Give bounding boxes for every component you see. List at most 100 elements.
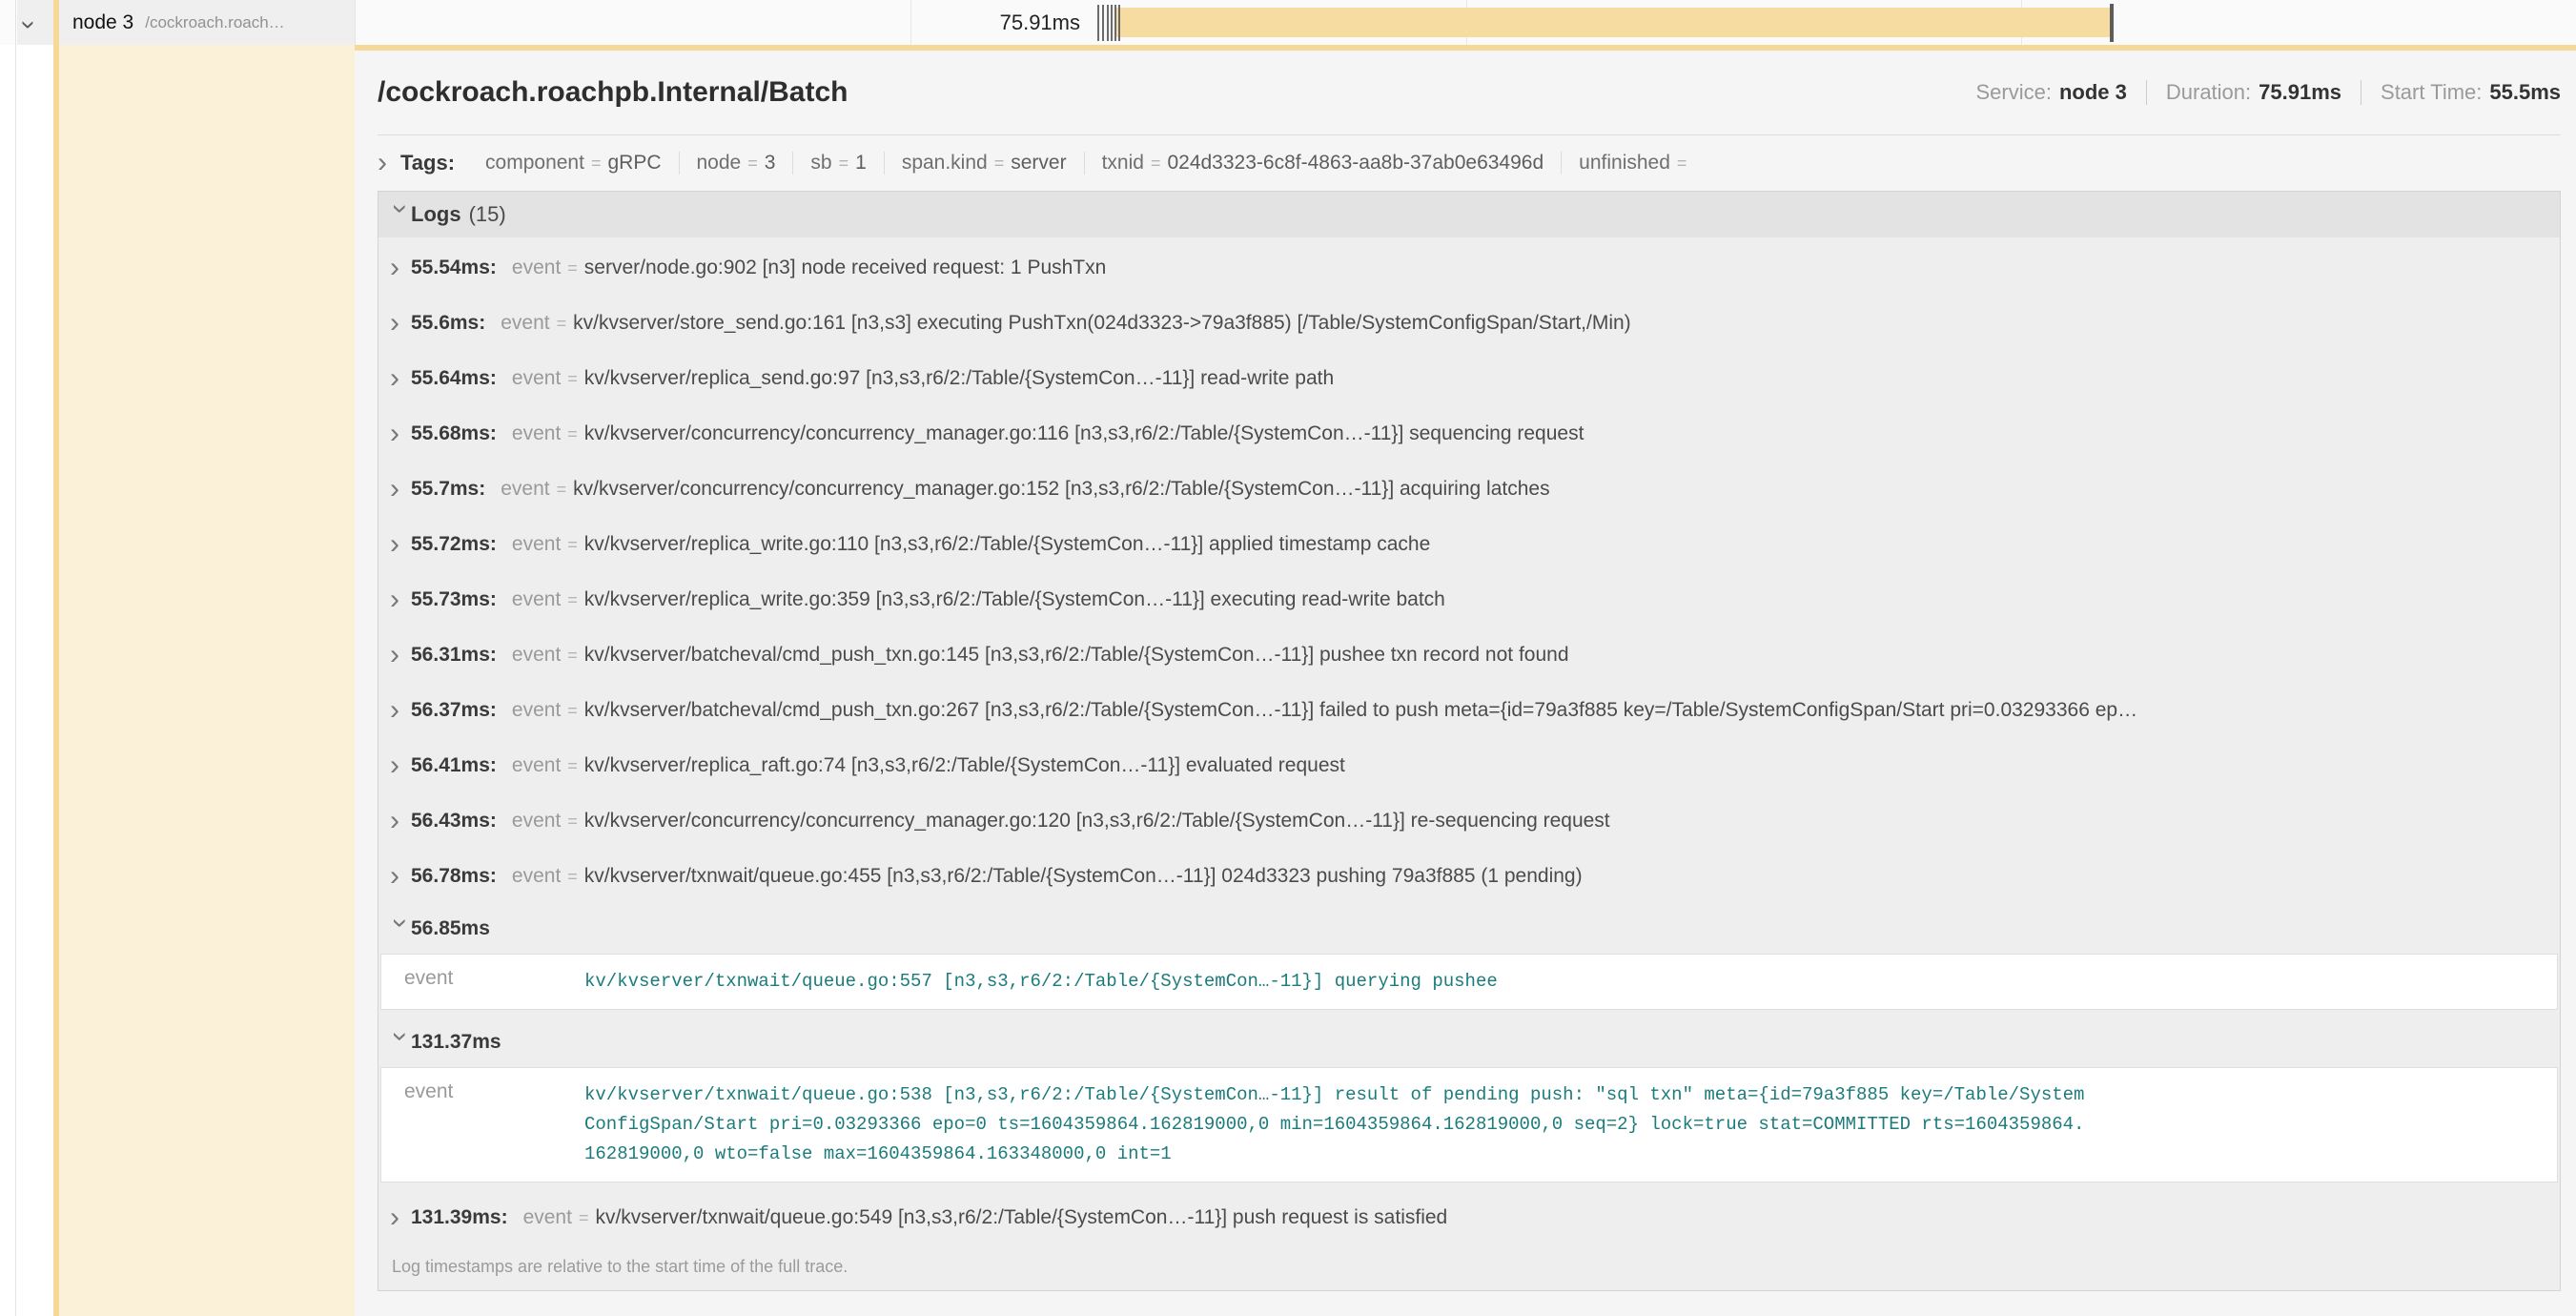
log-field-key: event (512, 367, 561, 390)
tag-item: span.kind=server (885, 152, 1085, 175)
log-entry-row[interactable]: ›56.43ms:event=kv/kvserver/concurrency/c… (378, 793, 2560, 849)
chevron-down-icon[interactable]: › (14, 20, 45, 29)
log-field-equals: = (567, 369, 578, 389)
tag-item: unfinished= (1562, 152, 1710, 175)
log-message: server/node.go:902 [n3] node received re… (584, 257, 1107, 279)
log-field-key: event (501, 478, 549, 501)
tag-key: sb (810, 152, 831, 175)
chevron-right-icon[interactable]: › (390, 812, 411, 831)
log-entry-row[interactable]: ›56.31ms:event=kv/kvserver/batcheval/cmd… (378, 627, 2560, 683)
log-entry-row[interactable]: ›55.7ms: event = kv/kvserver/concurrency/co… (378, 462, 2560, 517)
log-message: kv/kvserver/concurrency/concurrency_mana… (573, 478, 1549, 501)
chevron-right-icon[interactable]: › (390, 480, 411, 499)
chevron-right-icon[interactable]: › (390, 314, 411, 333)
tag-key: span.kind (902, 152, 988, 175)
log-entry-row[interactable]: ›55.54ms:event=server/node.go:902 [n3] n… (378, 240, 2560, 296)
log-detail-box: eventkv/kvserver/txnwait/queue.go:557 [n… (380, 954, 2558, 1010)
log-timestamp: 131.39ms: (411, 1206, 508, 1229)
tags-list: component=gRPCnode=3sb=1span.kind=server… (468, 152, 1710, 175)
tag-value: 024d3323-6c8f-4863-aa8b-37ab0e63496d (1167, 152, 1544, 175)
log-message: kv/kvserver/txnwait/queue.go:549 [n3,s3,… (595, 1206, 1447, 1229)
duration-label: Duration: (2166, 80, 2251, 105)
log-field-key: event (512, 810, 561, 833)
log-timestamp: 56.85ms (411, 917, 490, 940)
logs-section-toggle[interactable]: › Logs (15) (378, 192, 2560, 237)
chevron-right-icon[interactable]: › (390, 756, 411, 775)
span-timeline[interactable]: 75.91ms (355, 0, 2576, 45)
tags-section-toggle[interactable]: › Tags: component=gRPCnode=3sb=1span.kin… (378, 135, 2561, 191)
log-field-key: event (512, 257, 561, 279)
log-entry-row[interactable]: ›55.72ms:event=kv/kvserver/replica_write… (378, 517, 2560, 572)
log-message: kv/kvserver/batcheval/cmd_push_txn.go:14… (584, 644, 1569, 667)
chevron-down-icon[interactable]: › (391, 1032, 410, 1053)
chevron-right-icon[interactable]: › (390, 258, 411, 278)
log-timestamp: 55.68ms: (411, 422, 497, 445)
chevron-right-icon[interactable]: › (390, 701, 411, 720)
log-timestamp: 55.7ms: (411, 478, 485, 501)
log-timestamp: 55.6ms: (411, 312, 485, 335)
tag-key: component (485, 152, 584, 175)
log-field-value: kv/kvserver/txnwait/queue.go:557 [n3,s3,… (584, 967, 2086, 997)
chevron-right-icon[interactable]: › (390, 424, 411, 443)
log-message: kv/kvserver/replica_send.go:97 [n3,s3,r6… (584, 367, 1334, 390)
log-entry-row[interactable]: ›55.73ms:event=kv/kvserver/replica_write… (378, 572, 2560, 627)
log-field-equals: = (567, 590, 578, 610)
trace-span-row[interactable]: › node 3 /cockroach.roach… 75.91ms (0, 0, 2576, 45)
tag-item: node=3 (680, 152, 794, 175)
chevron-right-icon[interactable]: › (378, 154, 399, 173)
log-timestamp: 56.37ms: (411, 699, 497, 722)
log-field-equals: = (557, 480, 567, 500)
tag-key: txnid (1102, 152, 1144, 175)
log-field-equals: = (567, 867, 578, 887)
tag-item: sb=1 (793, 152, 884, 175)
chevron-right-icon[interactable]: › (390, 535, 411, 554)
span-duration-bar[interactable] (1114, 8, 2114, 37)
log-detail-box: eventkv/kvserver/txnwait/queue.go:538 [n… (380, 1067, 2558, 1182)
tags-label: Tags: (400, 151, 455, 175)
log-field-equals: = (567, 535, 578, 555)
selected-span-highlight (59, 45, 355, 1316)
chevron-down-icon[interactable]: › (391, 918, 410, 939)
chevron-down-icon[interactable]: › (391, 204, 410, 225)
tag-value: gRPC (607, 152, 661, 175)
chevron-right-icon[interactable]: › (390, 1208, 411, 1227)
log-message: kv/kvserver/concurrency/concurrency_mana… (584, 810, 1610, 833)
span-detail-row: /cockroach.roachpb.Internal/Batch Servic… (0, 45, 2576, 1316)
log-field-key: event (381, 1080, 584, 1169)
log-timestamp: 56.31ms: (411, 644, 497, 667)
log-entry-row[interactable]: ›55.6ms:event=kv/kvserver/store_send.go:… (378, 296, 2560, 351)
detail-gutter (0, 45, 16, 1316)
tag-value: 1 (855, 152, 867, 175)
chevron-right-icon[interactable]: › (390, 867, 411, 886)
log-entry-header[interactable]: ›56.85ms (378, 904, 2560, 954)
log-message: kv/kvserver/batcheval/cmd_push_txn.go:26… (584, 699, 2137, 722)
log-entry-row[interactable]: ›131.39ms: event = kv/kvserver/txnwait/queu… (378, 1190, 2560, 1245)
log-field-equals: = (567, 646, 578, 666)
log-field-key: event (512, 754, 561, 777)
log-field-key: event (523, 1206, 572, 1229)
log-field-equals: = (579, 1208, 589, 1228)
log-message: kv/kvserver/replica_raft.go:74 [n3,s3,r6… (584, 754, 1345, 777)
log-entry-header[interactable]: ›131.37ms (378, 1018, 2560, 1067)
log-message: kv/kvserver/replica_write.go:110 [n3,s3,… (584, 533, 1431, 556)
logs-section: › Logs (15) ›55.54ms:event=server/node.g… (378, 191, 2561, 1291)
log-timestamp: 55.73ms: (411, 588, 497, 611)
log-entry-row[interactable]: ›55.64ms:event=kv/kvserver/replica_send.… (378, 351, 2560, 406)
span-color-bar (53, 0, 59, 45)
chevron-right-icon[interactable]: › (390, 646, 411, 665)
span-service-name[interactable]: node 3 (72, 11, 133, 34)
service-value: node 3 (2059, 80, 2127, 105)
log-entry-row[interactable]: ›56.37ms:event=kv/kvserver/batcheval/cmd… (378, 683, 2560, 738)
tag-value: 3 (765, 152, 776, 175)
log-field-equals: = (567, 258, 578, 278)
chevron-right-icon[interactable]: › (390, 590, 411, 609)
log-field-key: event (512, 699, 561, 722)
chevron-right-icon[interactable]: › (390, 369, 411, 388)
span-operation-name[interactable]: /cockroach.roach… (145, 13, 284, 32)
log-entry-row[interactable]: ›55.68ms:event=kv/kvserver/concurrency/c… (378, 406, 2560, 462)
log-entry-row[interactable]: ›56.41ms:event=kv/kvserver/replica_raft.… (378, 738, 2560, 793)
log-entry-row[interactable]: ›56.78ms:event=kv/kvserver/txnwait/queue… (378, 849, 2560, 904)
start-time-label: Start Time: (2381, 80, 2482, 105)
log-timestamp: 55.72ms: (411, 533, 497, 556)
log-field-equals: = (557, 314, 567, 334)
